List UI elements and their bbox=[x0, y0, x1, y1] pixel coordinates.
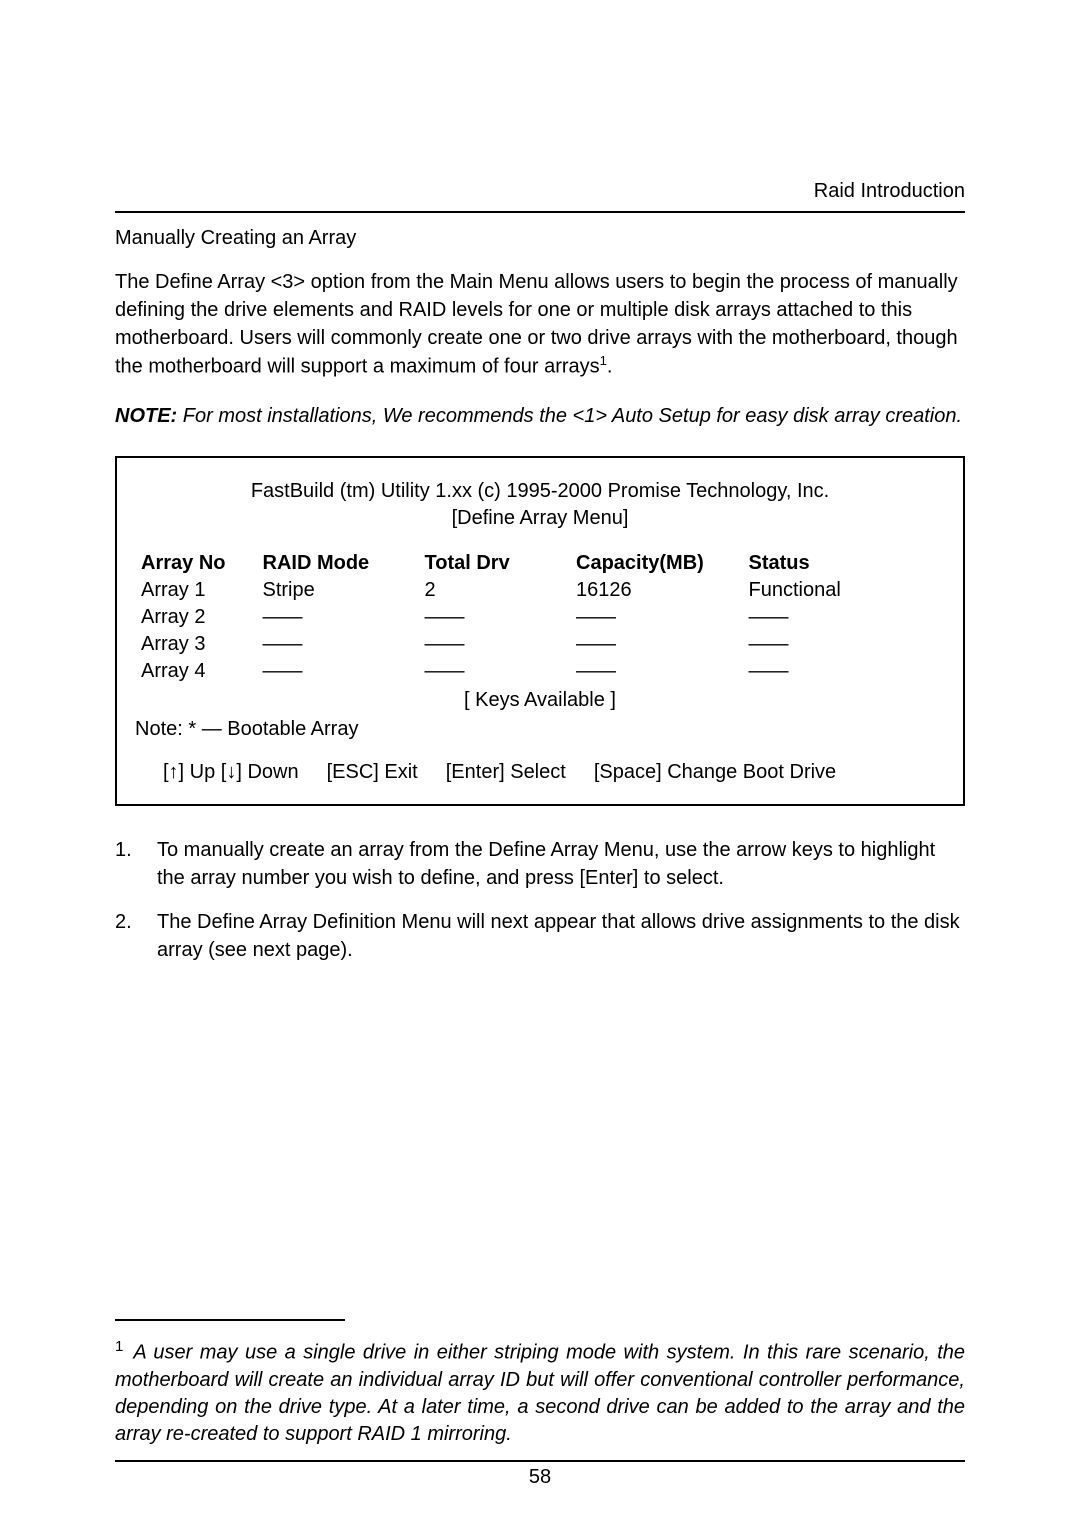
key-esc: [ESC] Exit bbox=[327, 759, 418, 786]
footnote-ref: 1 bbox=[600, 353, 607, 368]
th-arrayno: Array No bbox=[135, 550, 257, 577]
cell-capacity: 16126 bbox=[540, 577, 743, 604]
cell-totaldrv: —— bbox=[419, 658, 541, 685]
key-space: [Space] Change Boot Drive bbox=[594, 759, 836, 786]
th-totaldrv: Total Drv bbox=[419, 550, 541, 577]
cell-arrayno: Array 4 bbox=[135, 658, 257, 685]
cell-status: —— bbox=[743, 631, 946, 658]
bios-menu-box: FastBuild (tm) Utility 1.xx (c) 1995-200… bbox=[115, 456, 965, 806]
note-text: For most installations, We recommends th… bbox=[177, 405, 962, 427]
table-row: Array 4 —— —— —— —— bbox=[135, 658, 945, 685]
table-row: Array 2 —— —— —— —— bbox=[135, 604, 945, 631]
page-header: Raid Introduction bbox=[115, 180, 965, 203]
key-updown: [↑] Up [↓] Down bbox=[163, 759, 299, 786]
footer-rule bbox=[115, 1460, 965, 1462]
table-header-row: Array No RAID Mode Total Drv Capacity(MB… bbox=[135, 550, 945, 577]
cell-arrayno: Array 1 bbox=[135, 577, 257, 604]
table-row: Array 1 Stripe 2 16126 Functional bbox=[135, 577, 945, 604]
key-enter: [Enter] Select bbox=[446, 759, 566, 786]
cell-capacity: —— bbox=[540, 631, 743, 658]
th-raidmode: RAID Mode bbox=[257, 550, 419, 577]
cell-totaldrv: —— bbox=[419, 604, 541, 631]
cell-capacity: —— bbox=[540, 658, 743, 685]
steps-list: 1. To manually create an array from the … bbox=[115, 836, 965, 964]
keys-row: [↑] Up [↓] Down [ESC] Exit [Enter] Selec… bbox=[135, 759, 945, 786]
menu-title: FastBuild (tm) Utility 1.xx (c) 1995-200… bbox=[135, 478, 945, 532]
cell-raidmode: —— bbox=[257, 604, 419, 631]
list-item: 1. To manually create an array from the … bbox=[115, 836, 965, 892]
document-page: Raid Introduction Manually Creating an A… bbox=[0, 0, 1080, 964]
table-row: Array 3 —— —— —— —— bbox=[135, 631, 945, 658]
cell-totaldrv: —— bbox=[419, 631, 541, 658]
cell-arrayno: Array 3 bbox=[135, 631, 257, 658]
list-text: To manually create an array from the Def… bbox=[157, 836, 965, 892]
intro-paragraph: The Define Array <3> option from the Mai… bbox=[115, 268, 965, 381]
array-table: Array No RAID Mode Total Drv Capacity(MB… bbox=[135, 550, 945, 685]
list-text: The Define Array Definition Menu will ne… bbox=[157, 908, 965, 964]
list-item: 2. The Define Array Definition Menu will… bbox=[115, 908, 965, 964]
cell-totaldrv: 2 bbox=[419, 577, 541, 604]
list-num: 1. bbox=[115, 836, 157, 892]
cell-arrayno: Array 2 bbox=[135, 604, 257, 631]
cell-status: —— bbox=[743, 604, 946, 631]
cell-capacity: —— bbox=[540, 604, 743, 631]
section-title: Manually Creating an Array bbox=[115, 227, 965, 250]
bootable-note: Note: * — Bootable Array bbox=[135, 716, 945, 743]
cell-status: —— bbox=[743, 658, 946, 685]
cell-status: Functional bbox=[743, 577, 946, 604]
th-status: Status bbox=[743, 550, 946, 577]
footnote-number: 1 bbox=[115, 1338, 123, 1355]
keys-available-label: [ Keys Available ] bbox=[135, 687, 945, 714]
note-paragraph: NOTE: For most installations, We recomme… bbox=[115, 405, 965, 428]
cell-raidmode: —— bbox=[257, 631, 419, 658]
header-rule bbox=[115, 211, 965, 213]
footnote-separator bbox=[115, 1319, 345, 1321]
menu-title-line2: [Define Array Menu] bbox=[135, 505, 945, 532]
cell-raidmode: —— bbox=[257, 658, 419, 685]
menu-title-line1: FastBuild (tm) Utility 1.xx (c) 1995-200… bbox=[135, 478, 945, 505]
footnote-wrap: 1A user may use a single drive in either… bbox=[115, 1319, 965, 1489]
cell-raidmode: Stripe bbox=[257, 577, 419, 604]
para-end: . bbox=[607, 356, 613, 378]
footnote-body: 1A user may use a single drive in either… bbox=[115, 1337, 965, 1448]
footnote-text: A user may use a single drive in either … bbox=[115, 1342, 965, 1445]
note-label: NOTE: bbox=[115, 405, 177, 427]
list-num: 2. bbox=[115, 908, 157, 964]
para-text: The Define Array <3> option from the Mai… bbox=[115, 271, 958, 378]
page-number: 58 bbox=[115, 1466, 965, 1489]
th-capacity: Capacity(MB) bbox=[540, 550, 743, 577]
